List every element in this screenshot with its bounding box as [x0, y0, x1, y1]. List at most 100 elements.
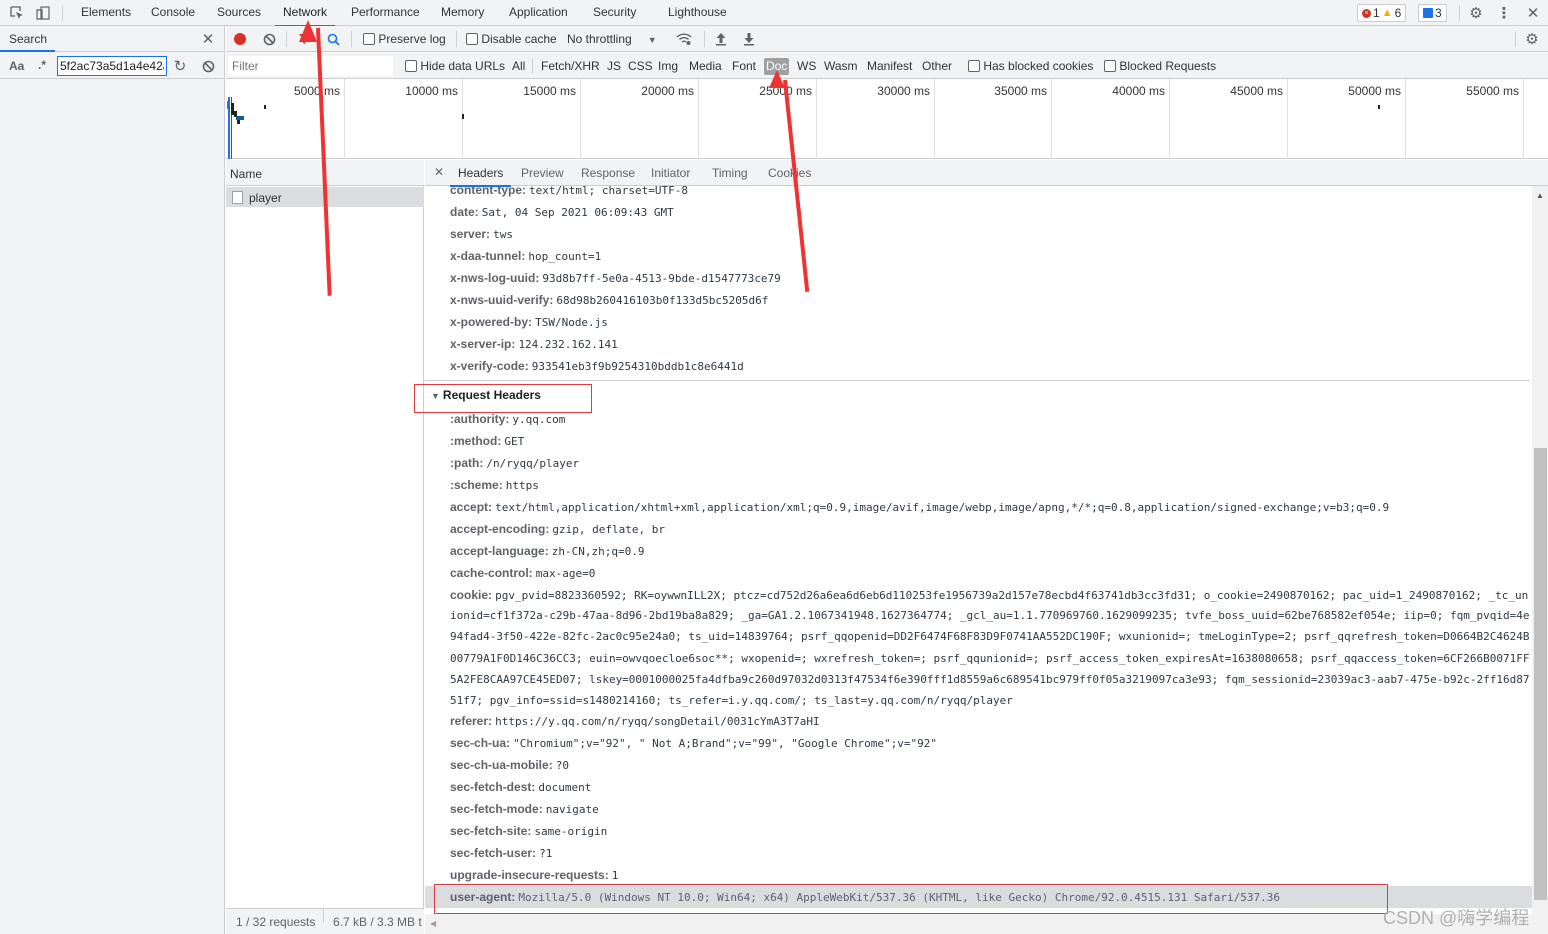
timeline-gridline	[698, 79, 699, 159]
import-har-icon[interactable]	[712, 30, 730, 48]
export-har-icon[interactable]	[740, 30, 758, 48]
blocked-requests-checkbox[interactable]: Blocked Requests	[1104, 59, 1216, 73]
request-header-line: sec-fetch-dest: document	[450, 780, 591, 798]
throttling-select[interactable]: No throttling ▼	[567, 32, 657, 46]
divider	[351, 31, 352, 47]
search-input[interactable]	[57, 56, 167, 76]
settings-gear-icon[interactable]: ⚙	[1467, 4, 1485, 22]
preserve-log-checkbox[interactable]: Preserve log	[363, 32, 446, 46]
hide-data-urls-checkbox[interactable]: Hide data URLs	[405, 59, 505, 73]
header-key: x-powered-by:	[450, 315, 533, 329]
timeline-gridline	[934, 79, 935, 159]
timeline-tick-label: 40000 ms	[1112, 84, 1165, 98]
request-header-line: referer: https://y.qq.com/n/ryqq/songDet…	[450, 714, 820, 732]
vertical-scrollbar[interactable]: ▲	[1532, 186, 1548, 934]
disable-cache-checkbox[interactable]: Disable cache	[466, 32, 557, 46]
match-case-toggle[interactable]: Aa	[9, 59, 24, 73]
filter-type-ws[interactable]: WS	[795, 58, 818, 75]
tab-lighthouse[interactable]: Lighthouse	[666, 0, 729, 26]
annotation-box-user-agent	[434, 884, 1388, 914]
timeline-gridline	[462, 79, 463, 159]
tab-cookies[interactable]: Cookies	[768, 166, 811, 180]
clear-log-icon[interactable]	[261, 31, 277, 47]
clear-icon[interactable]	[199, 57, 217, 75]
header-key: sec-ch-ua:	[450, 736, 511, 750]
header-key: server:	[450, 227, 491, 241]
header-value: "Chromium";v="92", " Not A;Brand";v="99"…	[513, 737, 937, 750]
header-value: ?0	[555, 759, 569, 772]
close-details-icon[interactable]: ✕	[433, 165, 445, 179]
filter-type-all[interactable]: All	[510, 58, 527, 75]
scroll-up-icon[interactable]: ▲	[1536, 191, 1544, 200]
refresh-icon[interactable]: ↻	[171, 57, 189, 75]
filter-type-media[interactable]: Media	[687, 58, 724, 75]
tab-memory[interactable]: Memory	[439, 0, 486, 26]
header-key: sec-fetch-mode:	[450, 802, 543, 816]
header-key: sec-fetch-user:	[450, 846, 537, 860]
tab-console[interactable]: Console	[149, 0, 197, 26]
tab-sources[interactable]: Sources	[215, 0, 263, 26]
header-value: zh-CN,zh;q=0.9	[551, 545, 645, 558]
filter-type-manifest[interactable]: Manifest	[865, 58, 914, 75]
tab-performance[interactable]: Performance	[349, 0, 422, 26]
filter-input[interactable]	[228, 56, 393, 76]
filter-type-other[interactable]: Other	[920, 58, 954, 75]
request-header-line: :method: GET	[450, 434, 524, 452]
request-header-line: :scheme: https	[450, 478, 539, 496]
header-value: https	[505, 479, 539, 492]
header-key: sec-fetch-dest:	[450, 780, 536, 794]
annotation-arrowhead-network	[299, 20, 317, 42]
filter-type-wasm[interactable]: Wasm	[822, 58, 860, 75]
network-settings-icon[interactable]: ⚙	[1523, 30, 1541, 48]
regex-toggle[interactable]: .*	[38, 58, 46, 72]
close-search-icon[interactable]: ✕	[199, 30, 217, 48]
tab-elements[interactable]: Elements	[79, 0, 133, 26]
request-bar	[1378, 105, 1380, 109]
search-panel-title[interactable]: Search	[9, 32, 47, 46]
scrollbar-thumb[interactable]	[1534, 448, 1547, 900]
issues-badge[interactable]: × 1 ▲ 6	[1357, 4, 1407, 22]
watermark: CSDN @嗨学编程	[1383, 908, 1530, 928]
messages-badge[interactable]: 3	[1418, 4, 1447, 22]
divider	[704, 31, 705, 47]
header-value: 5A2FE8CAA97CE45ED07; lskey=0001000025fa4…	[450, 672, 1530, 686]
inspect-element-icon[interactable]	[8, 4, 26, 22]
filter-type-fetch-xhr[interactable]: Fetch/XHR	[539, 58, 602, 75]
request-count: 1 / 32 requests	[236, 915, 316, 929]
search-icon[interactable]	[325, 31, 341, 47]
record-icon[interactable]	[232, 31, 248, 47]
scroll-left-icon[interactable]: ◀	[430, 919, 436, 928]
tab-application[interactable]: Application	[507, 0, 570, 26]
device-toolbar-icon[interactable]	[34, 4, 52, 22]
header-value: 68d98b260416103b0f133d5bc5205d6f	[556, 294, 769, 307]
header-value: 1	[611, 869, 619, 882]
tab-security[interactable]: Security	[591, 0, 638, 26]
request-header-line: sec-fetch-mode: navigate	[450, 802, 599, 820]
header-key: x-nws-log-uuid:	[450, 271, 540, 285]
filter-type-font[interactable]: Font	[730, 58, 758, 75]
header-key: cache-control:	[450, 566, 533, 580]
horizontal-scrollbar[interactable]: ◀	[425, 914, 1532, 934]
timeline-gridline	[1169, 79, 1170, 159]
filter-type-img[interactable]: Img	[656, 58, 680, 75]
filter-type-js[interactable]: JS	[605, 58, 623, 75]
more-options-icon[interactable]: ⋮	[1495, 4, 1513, 22]
tab-timing[interactable]: Timing	[712, 166, 748, 180]
warning-count: 6	[1394, 6, 1402, 20]
close-devtools-icon[interactable]: ✕	[1524, 4, 1542, 22]
filter-type-css[interactable]: CSS	[626, 58, 655, 75]
timeline-tick-label: 35000 ms	[994, 84, 1047, 98]
timeline-gridline	[1287, 79, 1288, 159]
tab-headers[interactable]: Headers	[449, 166, 512, 187]
network-conditions-icon[interactable]	[675, 30, 693, 48]
response-header-line: x-server-ip: 124.232.162.141	[450, 337, 618, 355]
tab-preview[interactable]: Preview	[521, 166, 564, 180]
tab-initiator[interactable]: Initiator	[651, 166, 690, 180]
tab-response[interactable]: Response	[581, 166, 635, 180]
network-overview-timeline[interactable]: 5000 ms 10000 ms 15000 ms 20000 ms 25000 ms 3…	[226, 79, 1548, 159]
annotation-arrowhead-doc	[769, 70, 785, 88]
has-blocked-cookies-checkbox[interactable]: Has blocked cookies	[968, 59, 1093, 73]
response-header-line: x-powered-by: TSW/Node.js	[450, 315, 608, 333]
warning-icon: ▲	[1381, 7, 1393, 19]
header-value: 124.232.162.141	[518, 338, 618, 351]
